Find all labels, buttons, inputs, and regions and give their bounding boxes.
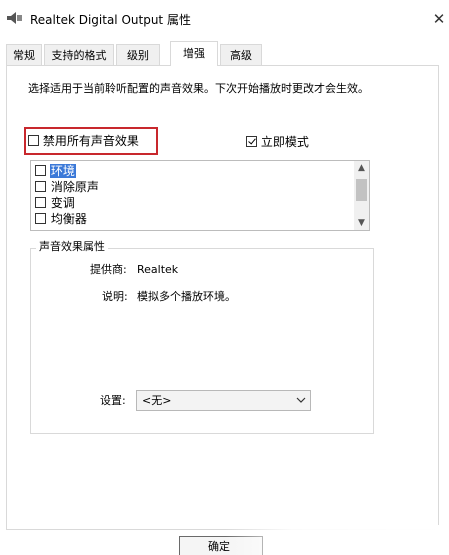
group-title: 声音效果属性 bbox=[36, 240, 108, 254]
immediate-mode-label: 立即模式 bbox=[260, 135, 309, 149]
close-icon: ✕ bbox=[432, 10, 446, 28]
description-label: 说明: bbox=[102, 290, 128, 303]
description-value: 模拟多个播放环境。 bbox=[137, 290, 236, 303]
chevron-down-icon bbox=[296, 397, 306, 403]
effect-label: 消除原声 bbox=[50, 180, 99, 194]
settings-label: 设置: bbox=[100, 394, 126, 407]
effects-list[interactable]: 环境 消除原声 变调 均衡器 ▲ ▼ bbox=[30, 160, 370, 231]
list-item[interactable]: 均衡器 bbox=[35, 211, 88, 227]
speaker-icon bbox=[7, 12, 22, 24]
provider-value: Realtek bbox=[137, 263, 179, 276]
chevron-down-icon[interactable]: ▼ bbox=[354, 216, 369, 230]
list-item[interactable]: 环境 bbox=[35, 163, 76, 179]
properties-window: Realtek Digital Output 属性 ✕ 常规 支持的格式 级别 … bbox=[0, 0, 449, 555]
window-title: Realtek Digital Output 属性 bbox=[30, 13, 191, 27]
highlight-annotation bbox=[24, 127, 158, 155]
effect-checkbox[interactable] bbox=[35, 165, 46, 176]
list-scrollbar[interactable]: ▲ ▼ bbox=[354, 161, 369, 230]
watermark-fade bbox=[225, 525, 449, 555]
effect-label: 环境 bbox=[49, 164, 76, 178]
tab-levels[interactable]: 级别 bbox=[116, 44, 160, 65]
settings-dropdown[interactable]: <无> bbox=[136, 390, 311, 411]
immediate-mode-checkbox[interactable]: 立即模式 bbox=[246, 133, 309, 151]
title-bar: Realtek Digital Output 属性 ✕ bbox=[0, 0, 449, 38]
close-button[interactable]: ✕ bbox=[430, 8, 448, 30]
scroll-thumb[interactable] bbox=[356, 179, 367, 201]
effect-checkbox[interactable] bbox=[35, 213, 46, 224]
effect-checkbox[interactable] bbox=[35, 197, 46, 208]
provider-label: 提供商: bbox=[90, 263, 127, 276]
list-item[interactable]: 变调 bbox=[35, 195, 76, 211]
effect-label: 变调 bbox=[50, 196, 75, 210]
enhancements-description: 选择适用于当前聆听配置的声音效果。下次开始播放时更改才会生效。 bbox=[28, 82, 369, 95]
tab-enhancements[interactable]: 增强 bbox=[170, 41, 218, 66]
list-item[interactable]: 消除原声 bbox=[35, 179, 100, 195]
tab-general[interactable]: 常规 bbox=[6, 44, 42, 65]
effect-label: 均衡器 bbox=[50, 212, 87, 226]
chevron-up-icon[interactable]: ▲ bbox=[354, 161, 369, 175]
tab-supported-formats[interactable]: 支持的格式 bbox=[44, 44, 114, 65]
settings-selected-value: <无> bbox=[142, 394, 172, 407]
checkbox-checked-box[interactable] bbox=[246, 136, 257, 147]
effect-checkbox[interactable] bbox=[35, 181, 46, 192]
tab-advanced[interactable]: 高级 bbox=[220, 44, 262, 65]
